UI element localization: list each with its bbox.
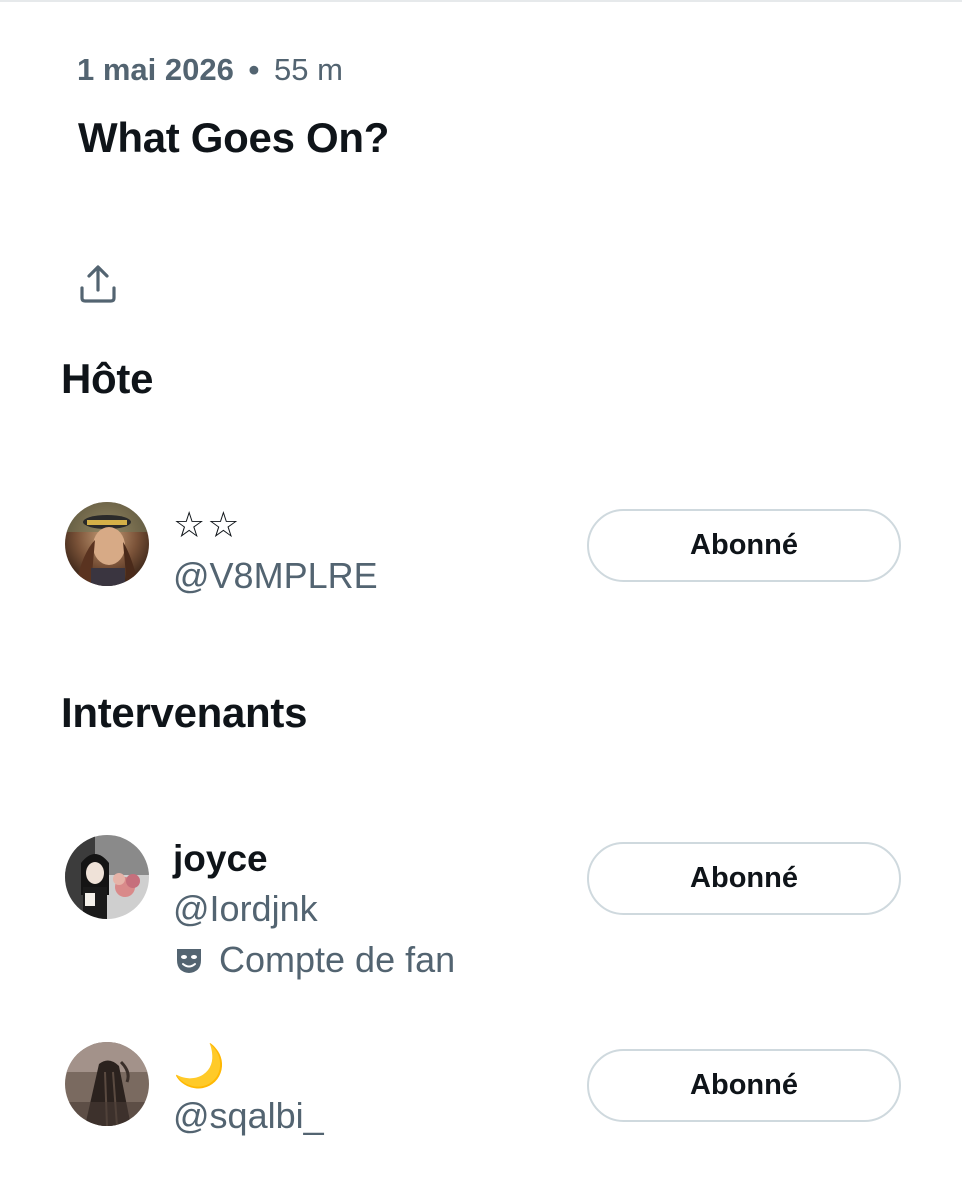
user-handle: @Iordjnk (173, 888, 318, 929)
space-duration: 55 m (273, 52, 343, 87)
share-button[interactable] (76, 262, 120, 306)
user-handle: @V8MPLRE (173, 555, 378, 596)
display-name: joyce (173, 838, 268, 879)
avatar-image (65, 1042, 149, 1126)
space-date: 1 mai 2026 (77, 52, 234, 87)
account-label-text: Compte de fan (219, 939, 456, 980)
share-upload-icon (80, 265, 116, 303)
display-name: ☆☆ (173, 505, 242, 546)
avatar[interactable] (65, 502, 149, 586)
user-info: 🌙 @sqalbi_ (173, 1042, 324, 1142)
avatar-image (65, 502, 149, 586)
display-name: 🌙 (173, 1041, 226, 1090)
speakers-section-title: Intervenants (61, 689, 308, 736)
space-meta: 1 mai 2026 • 55 m (77, 52, 343, 88)
meta-separator: • (248, 52, 260, 87)
user-info: ☆☆ @V8MPLRE (173, 502, 378, 602)
account-label: Compte de fan (173, 935, 455, 985)
user-info: joyce @Iordjnk Compte de fan (173, 835, 455, 985)
avatar-image (65, 835, 149, 919)
top-divider (0, 0, 962, 2)
following-button[interactable]: Abonné (587, 1049, 901, 1122)
space-title: What Goes On? (78, 114, 390, 161)
following-button[interactable]: Abonné (587, 842, 901, 915)
host-section-title: Hôte (61, 355, 154, 402)
user-handle: @sqalbi_ (173, 1095, 324, 1136)
avatar[interactable] (65, 835, 149, 919)
theater-mask-icon (173, 944, 205, 976)
following-button[interactable]: Abonné (587, 509, 901, 582)
avatar[interactable] (65, 1042, 149, 1126)
